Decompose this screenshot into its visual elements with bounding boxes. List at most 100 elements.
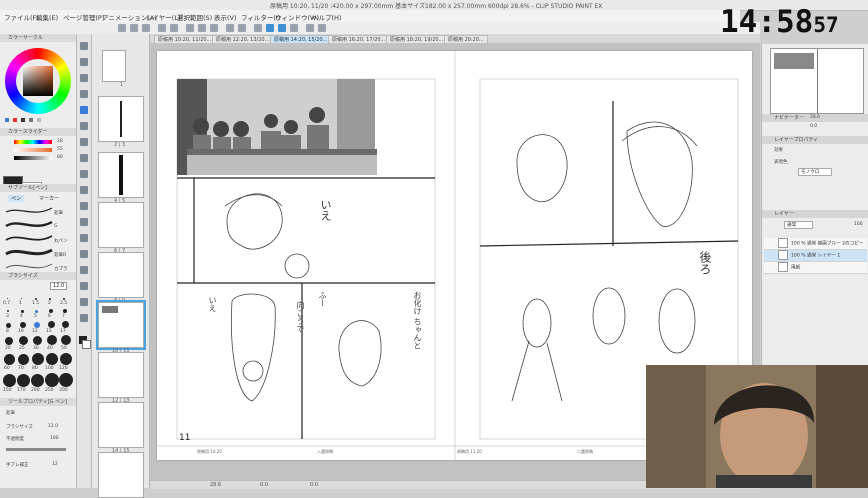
size-17[interactable]: 17 <box>60 329 66 334</box>
menu-edit[interactable]: 編集(E) <box>36 12 58 22</box>
size-60[interactable]: 60 <box>4 366 10 371</box>
pencil-tool-icon[interactable] <box>80 122 88 130</box>
balloon-tool-icon[interactable] <box>80 298 88 306</box>
layer-opacity[interactable]: 100 <box>854 222 863 227</box>
saturation-value-square[interactable] <box>23 66 53 96</box>
snap-ruler2-icon[interactable] <box>278 24 286 32</box>
correct-line-tool-icon[interactable] <box>80 314 88 322</box>
size-2[interactable]: 2 <box>48 301 51 306</box>
page-thumbnail-16[interactable] <box>98 452 144 498</box>
airbrush-tool-icon[interactable] <box>80 154 88 162</box>
size-80[interactable]: 80 <box>32 366 38 371</box>
page-thumbnail-6[interactable] <box>98 202 144 248</box>
brush-name-1[interactable]: 鉛筆 <box>54 210 63 216</box>
menu-help[interactable]: ヘルプ(H) <box>312 12 341 22</box>
size-4[interactable]: 4 <box>20 314 23 319</box>
navigator-angle[interactable]: 0.0 <box>810 124 817 129</box>
sub-color-icon[interactable] <box>82 340 91 349</box>
saturation-slider[interactable] <box>14 148 52 152</box>
brush-name-2[interactable]: G <box>54 224 58 229</box>
menu-page[interactable]: ページ管理(P) <box>63 12 104 22</box>
size-100[interactable]: 100 <box>45 366 54 371</box>
expression-select[interactable]: モノクロ <box>798 168 833 176</box>
subtool-tab-marker[interactable]: マーカー <box>36 195 62 202</box>
blend-tool-icon[interactable] <box>80 186 88 194</box>
size-200[interactable]: 200 <box>31 388 40 393</box>
layer-row[interactable]: 100 % 通常 レイヤー 1 <box>764 250 867 262</box>
ruler-tool-icon[interactable] <box>80 266 88 274</box>
size-30[interactable]: 30 <box>33 346 39 351</box>
size-150[interactable]: 150 <box>3 388 12 393</box>
blend-mode-select[interactable]: 通常 <box>784 221 814 229</box>
page-thumbnail-14[interactable] <box>98 402 144 448</box>
save-icon[interactable] <box>142 24 150 32</box>
size-70[interactable]: 70 <box>18 366 24 371</box>
subtool-tab-pen[interactable]: ペン <box>8 195 25 202</box>
cut-icon[interactable] <box>186 24 194 32</box>
open-icon[interactable] <box>130 24 138 32</box>
anti-aliasing-bar[interactable] <box>6 448 66 451</box>
size-25[interactable]: 25 <box>19 346 25 351</box>
brush-name-4[interactable]: 鉛筆R <box>54 252 66 258</box>
size-120[interactable]: 120 <box>59 366 68 371</box>
new-icon[interactable] <box>118 24 126 32</box>
text-tool-icon[interactable] <box>80 282 88 290</box>
select-all-icon[interactable] <box>318 24 326 32</box>
hue-slider[interactable] <box>14 140 52 144</box>
size-6[interactable]: 6 <box>48 314 51 319</box>
prop-opacity-value[interactable]: 100 <box>50 436 59 441</box>
size-40[interactable]: 40 <box>47 346 53 351</box>
fill-icon[interactable] <box>238 24 246 32</box>
size-250[interactable]: 250 <box>45 388 54 393</box>
page-thumbnail-8[interactable] <box>98 252 144 298</box>
layer-row[interactable]: 100 % 通常 線画ブルー 2のコピー <box>764 238 867 250</box>
layer-row[interactable]: 用紙 <box>764 262 867 274</box>
size-1[interactable]: 1 <box>19 301 22 306</box>
size-7[interactable]: 7 <box>62 314 65 319</box>
current-size-field[interactable]: 12.0 <box>50 282 68 290</box>
operation-tool-icon[interactable] <box>80 74 88 82</box>
paste-icon[interactable] <box>210 24 218 32</box>
prop-stabilization-value[interactable]: 12 <box>52 462 58 467</box>
navigator-zoom[interactable]: 28.6 <box>810 115 820 120</box>
transform-icon[interactable] <box>254 24 262 32</box>
page-thumbnail-2[interactable] <box>98 96 144 142</box>
eraser-tool-icon[interactable] <box>80 170 88 178</box>
undo-icon[interactable] <box>158 24 166 32</box>
move-layer-tool-icon[interactable] <box>80 90 88 98</box>
size-20[interactable]: 20 <box>5 346 11 351</box>
page-thumbnail-12[interactable] <box>98 352 144 398</box>
size-15[interactable]: 15 <box>46 329 52 334</box>
frame-tool-icon[interactable] <box>80 250 88 258</box>
zoom-tool-icon[interactable] <box>80 42 88 50</box>
redo-icon[interactable] <box>170 24 178 32</box>
size-5[interactable]: 5 <box>34 314 37 319</box>
size-2-5[interactable]: 2.5 <box>60 301 67 306</box>
menu-selection[interactable]: 選択範囲(S) <box>177 12 212 22</box>
size-12[interactable]: 12 <box>32 329 38 334</box>
page-thumbnail-1[interactable] <box>102 50 126 82</box>
page-thumbnail-4[interactable] <box>98 152 144 198</box>
snap-grid-icon[interactable] <box>290 24 298 32</box>
size-8[interactable]: 8 <box>6 329 9 334</box>
brush-name-3[interactable]: 丸ペン <box>54 238 68 244</box>
pen-tool-icon[interactable] <box>80 106 88 114</box>
move-tool-icon[interactable] <box>80 58 88 66</box>
size-1-5[interactable]: 1.5 <box>32 301 39 306</box>
fill-tool-icon[interactable] <box>80 202 88 210</box>
menu-file[interactable]: ファイル(F) <box>4 12 39 22</box>
clear-icon[interactable] <box>226 24 234 32</box>
menu-layer[interactable]: レイヤー(L) <box>146 12 181 22</box>
gradient-tool-icon[interactable] <box>80 218 88 226</box>
copy-icon[interactable] <box>198 24 206 32</box>
size-3[interactable]: 3 <box>6 314 9 319</box>
lasso-icon[interactable] <box>306 24 314 32</box>
menu-view[interactable]: 表示(V) <box>214 12 237 22</box>
size-0-7[interactable]: 0.7 <box>3 301 10 306</box>
navigator-preview[interactable] <box>770 48 864 114</box>
size-300[interactable]: 300 <box>59 388 68 393</box>
prop-brush-size-value[interactable]: 12.0 <box>48 424 58 429</box>
brightness-slider[interactable] <box>14 156 52 160</box>
page-thumbnail-10[interactable] <box>96 300 146 350</box>
figure-tool-icon[interactable] <box>80 234 88 242</box>
